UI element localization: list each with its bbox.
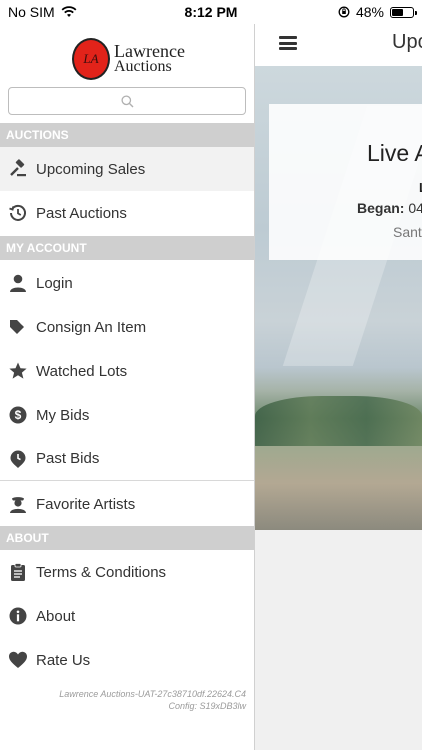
menu-item-past-bids[interactable]: Past Bids: [0, 437, 254, 481]
side-menu: LA Lawrence Auctions AUCTIONS Upcoming S…: [0, 24, 255, 750]
menu-item-upcoming-sales[interactable]: Upcoming Sales: [0, 147, 254, 191]
live-auction-card[interactable]: Live A L Began: 04 Sant: [269, 104, 422, 260]
menu-label: Terms & Conditions: [36, 563, 167, 581]
card-began: Began: 04: [357, 200, 422, 216]
menu-label: Past Bids: [36, 450, 100, 467]
tag-icon: [10, 320, 24, 334]
card-title: Live A: [367, 140, 422, 166]
logo: LA Lawrence Auctions: [72, 38, 185, 80]
page-title: Upco: [392, 31, 422, 53]
menu-label: Favorite Artists: [36, 495, 136, 513]
hero-image[interactable]: Live A L Began: 04 Sant: [255, 66, 422, 530]
menu-item-login[interactable]: Login: [0, 261, 254, 305]
menu-item-my-bids[interactable]: $ My Bids: [0, 393, 254, 437]
logo-line2: Auctions: [114, 58, 172, 75]
section-about: ABOUT: [0, 526, 254, 550]
battery-icon: [390, 6, 417, 18]
menu-label: Watched Lots: [36, 362, 128, 380]
build-info: Lawrence Auctions-UAT-27c38710df.22624.C…: [59, 688, 246, 712]
heart-icon: [9, 651, 27, 668]
status-bar: No SIM 8:12 PM 48%: [0, 0, 422, 24]
clipboard-icon: [11, 563, 25, 581]
menu-label: Upcoming Sales: [36, 160, 146, 178]
menu-label: About: [36, 607, 76, 625]
menu-item-consign[interactable]: Consign An Item: [0, 305, 254, 349]
main-content: Upco Live A L Began: 04 Sant: [255, 24, 422, 750]
gavel-icon: [10, 159, 26, 177]
history-icon: [9, 204, 26, 221]
top-nav-bar: Upco: [255, 24, 422, 66]
search-input[interactable]: [9, 88, 249, 116]
user-icon: [10, 274, 26, 292]
menu-label: Consign An Item: [36, 318, 147, 336]
menu-item-about[interactable]: About: [0, 594, 254, 638]
info-icon: [9, 607, 27, 625]
build-version: Lawrence Auctions-UAT-27c38710df.22624.C…: [59, 689, 246, 699]
section-my-account: MY ACCOUNT: [0, 236, 254, 260]
menu-icon[interactable]: [279, 36, 297, 50]
section-auctions: AUCTIONS: [0, 123, 254, 147]
menu-label: My Bids: [36, 406, 90, 424]
menu-item-terms[interactable]: Terms & Conditions: [0, 550, 254, 594]
menu-label: Past Auctions: [36, 204, 127, 222]
menu-item-rate-us[interactable]: Rate Us: [0, 638, 254, 682]
menu-item-favorite-artists[interactable]: Favorite Artists: [0, 482, 254, 526]
build-config: Config: S19xDB3lw: [168, 701, 246, 711]
search-box[interactable]: [8, 87, 249, 116]
logo-mark: LA: [72, 38, 110, 80]
battery-percent: 48%: [355, 4, 384, 20]
artist-icon: [10, 497, 26, 513]
svg-text:$: $: [15, 408, 22, 422]
logo-line1: Lawrence: [114, 41, 185, 61]
dollar-coin-icon: $: [9, 406, 27, 424]
card-location: Sant: [393, 224, 422, 240]
menu-item-past-auctions[interactable]: Past Auctions: [0, 191, 254, 235]
star-icon: [9, 362, 27, 379]
clock-pin-icon: [10, 450, 26, 468]
menu-label: Login: [36, 274, 73, 292]
menu-item-watched-lots[interactable]: Watched Lots: [0, 349, 254, 393]
orientation-lock-icon: [338, 6, 350, 18]
menu-label: Rate Us: [36, 651, 91, 669]
